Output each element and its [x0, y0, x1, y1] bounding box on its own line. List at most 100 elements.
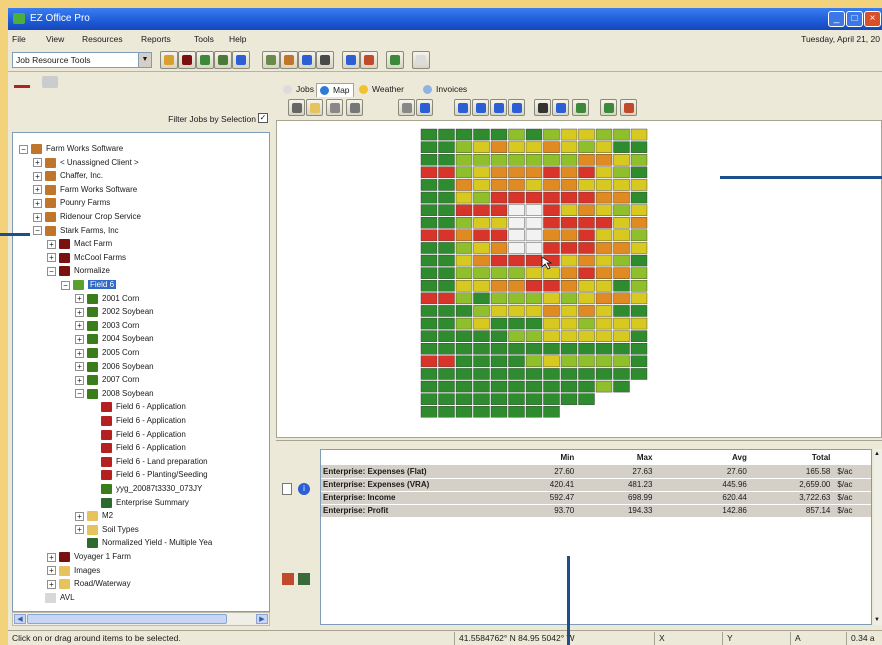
expand-icon[interactable]: +	[75, 334, 84, 344]
toolbar-button-7[interactable]	[280, 51, 298, 69]
map-tool-button-10[interactable]	[508, 99, 525, 116]
yield-cell[interactable]	[525, 368, 543, 380]
yield-cell[interactable]	[490, 216, 508, 229]
yield-cell[interactable]	[508, 342, 525, 355]
yield-cell[interactable]	[455, 141, 473, 153]
yield-cell[interactable]	[613, 154, 630, 166]
yield-cell[interactable]	[578, 204, 595, 216]
yield-cell[interactable]	[438, 330, 455, 342]
yield-cell[interactable]	[508, 154, 525, 166]
table-row[interactable]: Enterprise: Profit 93.70 194.33 142.86 857.1…	[321, 504, 871, 518]
yield-cell[interactable]	[420, 267, 438, 279]
minimize-button[interactable]: _	[828, 11, 845, 27]
yield-cell[interactable]	[490, 154, 508, 166]
yield-cell[interactable]	[543, 355, 560, 368]
yield-cell[interactable]	[508, 141, 525, 153]
yield-cell[interactable]	[473, 342, 490, 355]
yield-cell[interactable]	[473, 154, 490, 166]
tree-node[interactable]: − 2008 Soybean	[75, 388, 154, 401]
tree-node[interactable]: Field 6 - Planting/Seeding	[89, 469, 208, 482]
yield-cell[interactable]	[473, 128, 490, 141]
table-row[interactable]: Enterprise: Expenses (Flat) 27.60 27.63 27.…	[321, 465, 871, 479]
yield-cell[interactable]	[613, 368, 630, 380]
yield-cell[interactable]	[455, 154, 473, 166]
yield-cell[interactable]	[613, 279, 630, 292]
yield-cell[interactable]	[438, 141, 455, 153]
tree-node[interactable]: +2004 Soybean	[75, 333, 154, 346]
toolbar-button-3[interactable]	[196, 51, 214, 69]
yield-cell[interactable]	[490, 179, 508, 191]
yield-cell[interactable]	[420, 204, 438, 216]
yield-cell[interactable]	[595, 355, 613, 368]
column-header[interactable]: Total	[750, 450, 835, 465]
tree-node[interactable]: + Ridenour Crop Service	[33, 211, 141, 224]
yield-cell[interactable]	[613, 342, 630, 355]
column-header[interactable]: Avg	[656, 450, 751, 465]
yield-cell[interactable]	[438, 229, 455, 242]
expand-icon[interactable]: +	[33, 198, 42, 208]
tree-node[interactable]: + Farm Works Software	[33, 184, 137, 197]
yield-cell[interactable]	[473, 267, 490, 279]
tree-node[interactable]: +2003 Corn	[75, 320, 139, 333]
toolbar-button-1[interactable]	[160, 51, 178, 69]
tab-map[interactable]: Map	[316, 83, 354, 97]
yield-cell[interactable]	[543, 204, 560, 216]
yield-cell[interactable]	[455, 355, 473, 368]
yield-cell[interactable]	[543, 166, 560, 179]
yield-cell[interactable]	[595, 229, 613, 242]
yield-cell[interactable]	[438, 204, 455, 216]
yield-cell[interactable]	[508, 179, 525, 191]
yield-cell[interactable]	[455, 242, 473, 254]
yield-cell[interactable]	[595, 267, 613, 279]
column-header[interactable]: Min	[475, 450, 579, 465]
yield-cell[interactable]	[525, 154, 543, 166]
yield-cell[interactable]	[525, 393, 543, 405]
tools-combo[interactable]: Job Resource Tools ▼	[12, 52, 152, 68]
toolbar-button-4[interactable]	[214, 51, 232, 69]
yield-cell[interactable]	[438, 267, 455, 279]
yield-cell[interactable]	[420, 305, 438, 317]
chevron-down-icon[interactable]: ▼	[138, 53, 151, 67]
yield-cell[interactable]	[455, 204, 473, 216]
tree-node[interactable]: Normalized Yield - Multiple Yea	[75, 537, 212, 550]
yield-cell[interactable]	[595, 380, 613, 393]
yield-cell[interactable]	[438, 317, 455, 330]
yield-cell[interactable]	[560, 179, 578, 191]
tree-node[interactable]: − Normalize	[47, 265, 110, 278]
scroll-down-icon[interactable]: ▼	[874, 617, 880, 623]
yield-cell[interactable]	[630, 242, 648, 254]
yield-cell[interactable]	[438, 254, 455, 267]
tab-jobs[interactable]: Jobs	[280, 83, 317, 97]
yield-cell[interactable]	[525, 279, 543, 292]
yield-cell[interactable]	[578, 154, 595, 166]
yield-cell[interactable]	[508, 128, 525, 141]
yield-cell[interactable]	[490, 141, 508, 153]
tree-node[interactable]: + Mact Farm	[47, 238, 112, 251]
table-row[interactable]: Enterprise: Expenses (VRA) 420.41 481.23 44…	[321, 478, 871, 492]
yield-cell[interactable]	[613, 267, 630, 279]
yield-cell[interactable]	[525, 216, 543, 229]
toolbar-button-5[interactable]	[232, 51, 250, 69]
yield-cell[interactable]	[560, 242, 578, 254]
yield-cell[interactable]	[630, 179, 648, 191]
yield-cell[interactable]	[490, 342, 508, 355]
menu-item-view[interactable]: View	[46, 34, 64, 44]
yield-cell[interactable]	[525, 330, 543, 342]
yield-cell[interactable]	[455, 254, 473, 267]
tree-node[interactable]: +2005 Corn	[75, 347, 139, 360]
yield-cell[interactable]	[420, 128, 438, 141]
yield-cell[interactable]	[543, 242, 560, 254]
scroll-right-icon[interactable]: ▶	[256, 614, 268, 624]
yield-cell[interactable]	[455, 305, 473, 317]
tree-node[interactable]: +2001 Corn	[75, 293, 139, 306]
yield-cell[interactable]	[560, 141, 578, 153]
expand-icon[interactable]: +	[47, 253, 56, 263]
tab-weather[interactable]: Weather	[356, 83, 407, 97]
yield-cell[interactable]	[630, 191, 648, 204]
map-tool-button-13[interactable]	[572, 99, 589, 116]
expand-icon[interactable]: +	[75, 375, 84, 385]
yield-cell[interactable]	[473, 229, 490, 242]
yield-cell[interactable]	[613, 191, 630, 204]
yield-cell[interactable]	[595, 204, 613, 216]
yield-cell[interactable]	[490, 305, 508, 317]
